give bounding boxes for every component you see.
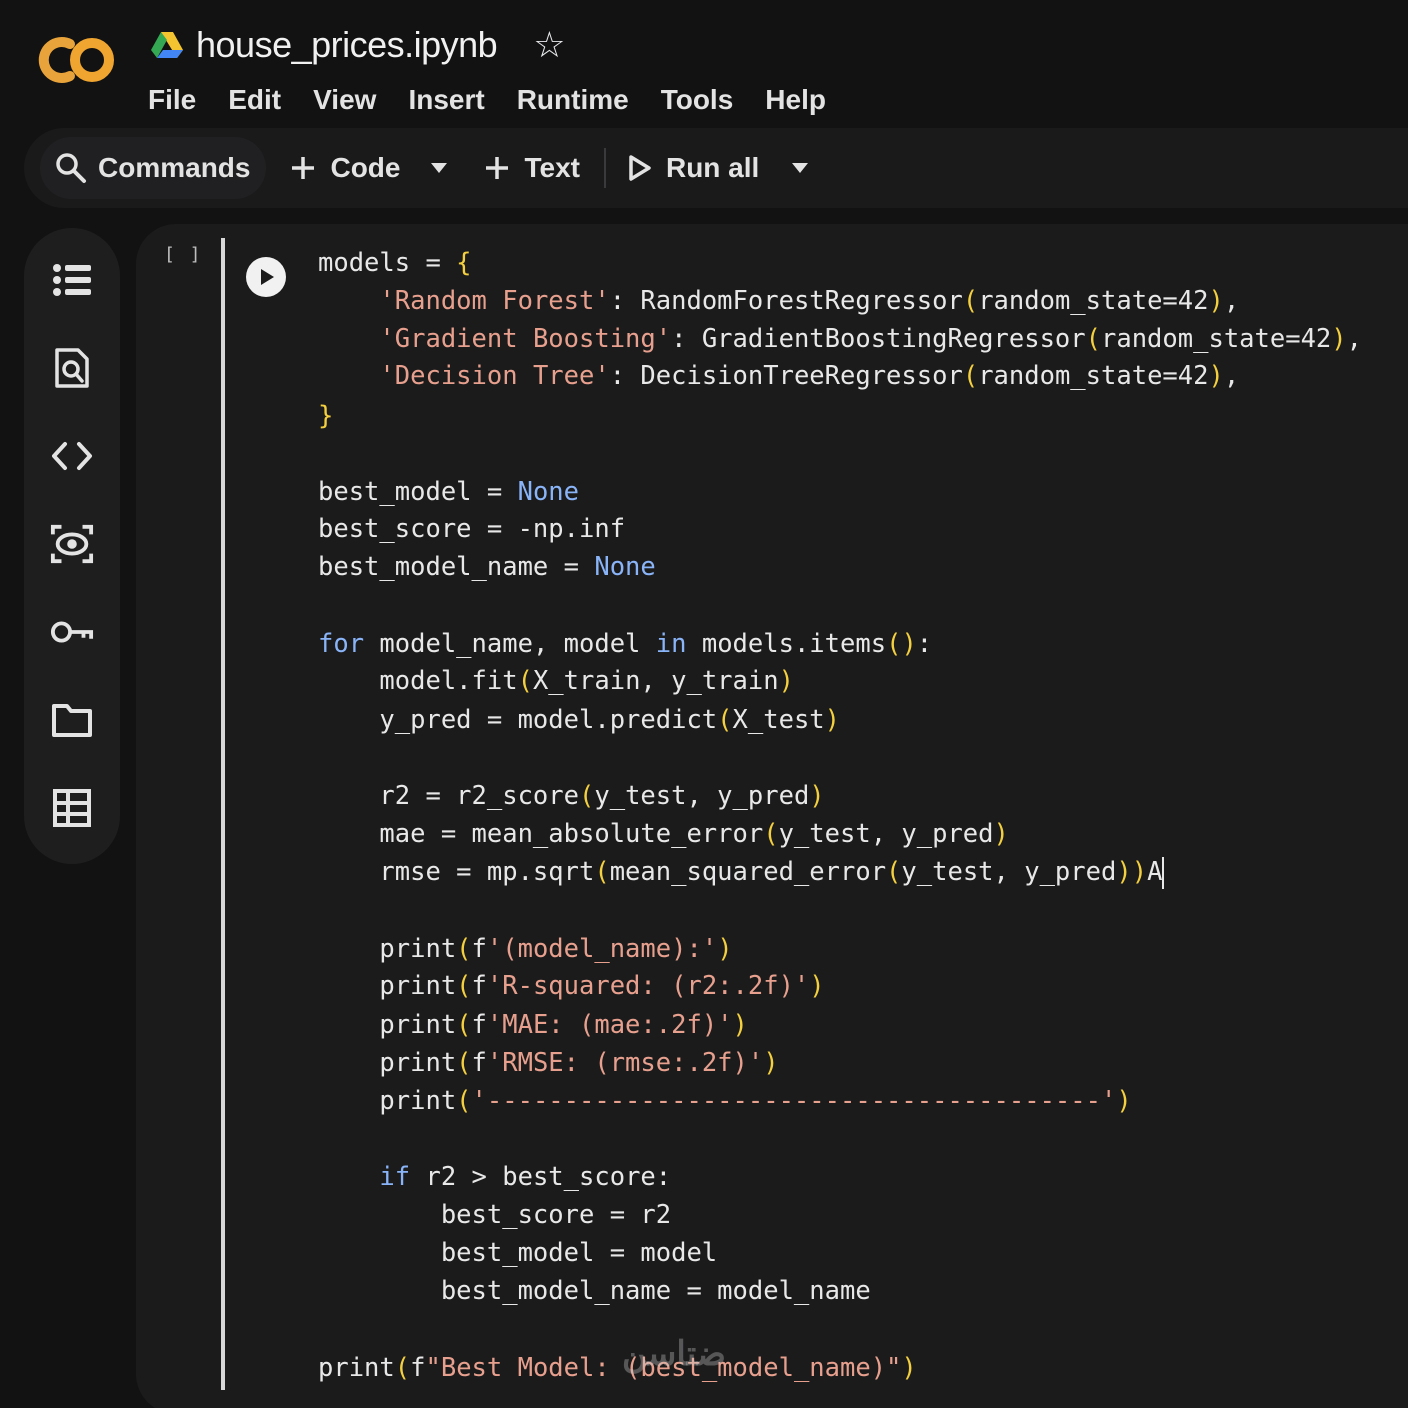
code-dropdown[interactable] <box>430 162 448 174</box>
title-bar: house_prices.ipynb ☆ <box>150 22 565 68</box>
menu-runtime[interactable]: Runtime <box>517 84 629 116</box>
find-icon[interactable] <box>50 346 94 390</box>
search-icon <box>56 153 86 183</box>
cell-focus-border <box>221 238 225 1390</box>
text-cursor <box>1162 857 1165 889</box>
code-line[interactable]: r2 = r2_score(y_test, y_pred) <box>318 777 824 815</box>
code-line[interactable]: print(f'MAE: (mae:.2f)') <box>318 1006 747 1044</box>
code-snippets-icon[interactable] <box>50 434 94 478</box>
commands-label: Commands <box>98 152 251 183</box>
secrets-key-icon[interactable] <box>50 610 94 654</box>
code-line[interactable]: print(f"Best Model: (best_model_name)") <box>318 1349 917 1387</box>
plus-icon <box>292 157 315 179</box>
code-line[interactable]: best_model_name = model_name <box>318 1272 871 1310</box>
code-line[interactable]: 'Decision Tree': DecisionTreeRegressor(r… <box>318 357 1239 395</box>
code-line[interactable]: print('---------------------------------… <box>318 1082 1131 1120</box>
menu-file[interactable]: File <box>148 84 196 116</box>
notebook-title[interactable]: house_prices.ipynb <box>196 24 498 66</box>
files-folder-icon[interactable] <box>50 698 94 742</box>
commands-button[interactable]: Commands <box>40 137 267 199</box>
run-all-dropdown[interactable] <box>791 162 809 174</box>
star-icon[interactable]: ☆ <box>533 27 565 63</box>
execution-count: [ ] <box>164 244 203 265</box>
data-table-icon[interactable] <box>50 786 94 830</box>
add-text-button[interactable]: Text <box>484 152 580 184</box>
code-line[interactable]: y_pred = model.predict(X_test) <box>318 701 840 739</box>
chevron-down-icon <box>431 163 448 173</box>
code-line[interactable]: rmse = mp.sqrt(mean_squared_error(y_test… <box>318 853 1165 891</box>
code-line[interactable]: best_score = -np.inf <box>318 510 625 548</box>
plus-icon <box>486 157 509 179</box>
chevron-down-icon <box>792 163 809 173</box>
code-label: Code <box>330 152 401 183</box>
code-line[interactable]: 'Random Forest': RandomForestRegressor(r… <box>318 282 1239 320</box>
code-line[interactable]: best_score = r2 <box>318 1196 671 1234</box>
menu-insert[interactable]: Insert <box>408 84 484 116</box>
code-line[interactable]: mae = mean_absolute_error(y_test, y_pred… <box>318 815 1008 853</box>
code-line[interactable]: for model_name, model in models.items(): <box>318 625 932 663</box>
play-icon <box>261 269 274 285</box>
left-sidebar <box>24 228 120 864</box>
code-line[interactable]: models = { <box>318 244 472 282</box>
run-all-button[interactable]: Run all <box>628 152 759 184</box>
code-line[interactable]: } <box>318 397 333 435</box>
menu-bar: File Edit View Insert Runtime Tools Help <box>148 80 858 120</box>
play-icon <box>629 155 651 181</box>
menu-tools[interactable]: Tools <box>661 84 734 116</box>
menu-view[interactable]: View <box>313 84 376 116</box>
menu-help[interactable]: Help <box>765 84 826 116</box>
code-line[interactable]: 'Gradient Boosting': GradientBoostingReg… <box>318 320 1362 358</box>
variables-icon[interactable] <box>50 522 94 566</box>
code-line[interactable]: print(f'(model_name):') <box>318 930 732 968</box>
code-line[interactable]: print(f'RMSE: (rmse:.2f)') <box>318 1044 778 1082</box>
colab-logo[interactable] <box>30 30 120 90</box>
toolbar-divider <box>603 148 606 188</box>
code-line[interactable]: best_model_name = None <box>318 548 656 586</box>
run-cell-button[interactable] <box>246 257 286 297</box>
google-drive-icon <box>151 32 183 58</box>
table-of-contents-icon[interactable] <box>50 258 94 302</box>
code-line[interactable]: best_model = model <box>318 1234 717 1272</box>
code-line[interactable]: print(f'R-squared: (r2:.2f)') <box>318 967 824 1005</box>
code-line[interactable]: best_model = None <box>318 473 579 511</box>
run-all-label: Run all <box>665 152 760 183</box>
text-label: Text <box>524 152 580 183</box>
code-line[interactable]: model.fit(X_train, y_train) <box>318 662 794 700</box>
toolbar: Commands Code Text Run all <box>24 128 1408 208</box>
code-line[interactable]: if r2 > best_score: <box>318 1158 671 1196</box>
menu-edit[interactable]: Edit <box>228 84 281 116</box>
add-code-button[interactable]: Code <box>290 152 400 184</box>
